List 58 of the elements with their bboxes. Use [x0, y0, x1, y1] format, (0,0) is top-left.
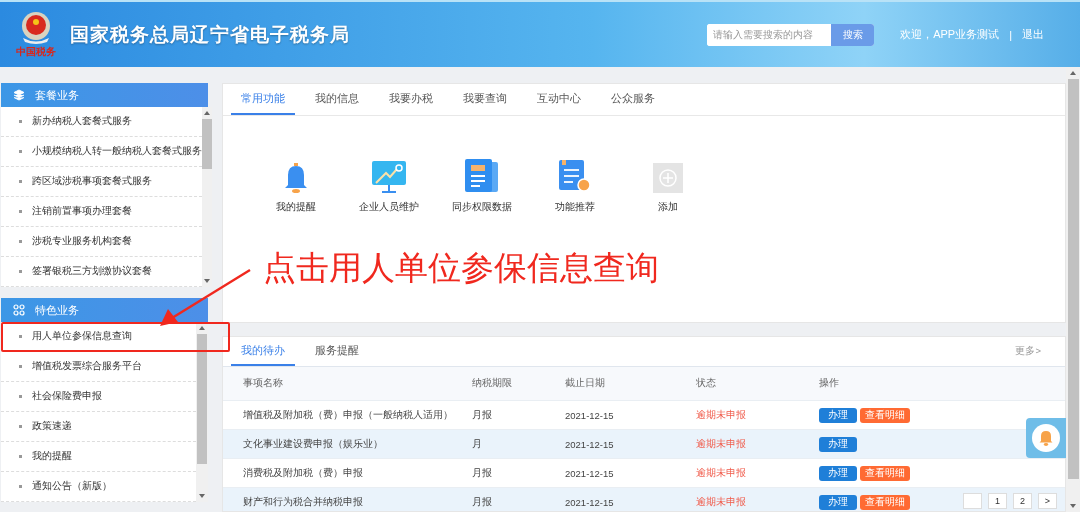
table-cell-text: 月: [472, 437, 483, 451]
previous-page-button[interactable]: [963, 493, 982, 509]
status-text: 逾期未申报: [696, 437, 747, 451]
document-check-icon: [558, 160, 591, 193]
tab[interactable]: 我要查询: [453, 84, 517, 115]
table-cell-text: 月报: [472, 495, 493, 509]
shortcut-link[interactable]: 功能推荐: [528, 156, 621, 214]
separator: |: [1009, 28, 1012, 41]
table-cell-text: 消费税及附加税（费）申报: [243, 466, 364, 480]
table-cell-text: 2021-12-15: [565, 409, 615, 421]
table-cell-text: 月报: [472, 408, 493, 422]
annotation-text: 点击用人单位参保信息查询: [263, 248, 659, 288]
column-header: 操作: [819, 377, 840, 390]
shortcut-link[interactable]: 我的提醒: [249, 156, 342, 214]
handle-button[interactable]: 办理: [819, 465, 857, 481]
section-title: 特色业务: [35, 302, 79, 318]
tab[interactable]: 我要办税: [379, 84, 443, 115]
next-page-button[interactable]: >: [1038, 493, 1057, 509]
page-button[interactable]: 1: [988, 493, 1007, 509]
table-cell-text: 增值税及附加税（费）申报（一般纳税人适用）: [243, 408, 454, 422]
table-cell-text: 2021-12-15: [565, 496, 615, 508]
column-header: 事项名称: [243, 377, 284, 390]
status-text: 逾期未申报: [696, 466, 747, 480]
notification-button[interactable]: [1026, 418, 1066, 458]
table-cell-text: 2021-12-15: [565, 467, 615, 479]
handle-button[interactable]: 办理: [819, 436, 857, 452]
tab[interactable]: 服务提醒: [305, 337, 369, 366]
page-button[interactable]: 2: [1013, 493, 1032, 509]
shortcut-link[interactable]: 企业人员维护: [342, 156, 435, 214]
table-cell-text: 财产和行为税合并纳税申报: [243, 495, 364, 509]
monitor-chart-icon: [371, 161, 406, 193]
add-icon: [652, 163, 683, 193]
welcome-text: 欢迎，APP业务测试: [900, 27, 1000, 42]
newspaper-icon: [464, 159, 499, 193]
tab[interactable]: 我的信息: [305, 84, 369, 115]
grid-icon: [13, 304, 25, 316]
column-header: 截止日期: [565, 377, 606, 390]
logo-caption: 中国税务: [16, 44, 56, 59]
tab[interactable]: 常用功能: [231, 84, 295, 115]
sidebar-item[interactable]: 用人单位参保信息查询: [1, 322, 230, 352]
handle-button[interactable]: 办理: [819, 494, 857, 510]
tab[interactable]: 互动中心: [527, 84, 591, 115]
shortcut-link[interactable]: 同步权限数据: [435, 156, 528, 214]
scrollbar[interactable]: [196, 322, 208, 502]
section-title: 套餐业务: [35, 87, 79, 103]
column-header: 纳税期限: [472, 377, 513, 390]
handle-button[interactable]: 办理: [819, 407, 857, 423]
layers-icon: [13, 89, 25, 101]
shortcut-link[interactable]: 添加: [621, 156, 714, 214]
bell-icon: [1039, 430, 1053, 446]
table-cell-text: 2021-12-15: [565, 438, 615, 450]
site-title: 国家税务总局辽宁省电子税务局: [70, 22, 350, 47]
status-text: 逾期未申报: [696, 495, 747, 509]
column-header: 状态: [696, 377, 717, 390]
status-text: 逾期未申报: [696, 408, 747, 422]
tab[interactable]: 公众服务: [601, 84, 665, 115]
table-cell-text: 月报: [472, 466, 493, 480]
table-cell-text: 文化事业建设费申报（娱乐业）: [243, 437, 384, 451]
